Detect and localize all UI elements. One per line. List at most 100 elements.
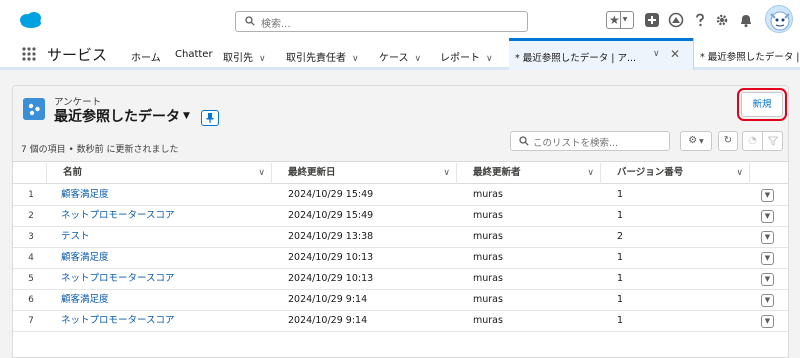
user-avatar-icon bbox=[770, 11, 790, 31]
row-number: 4 bbox=[28, 253, 34, 263]
record-name-link[interactable]: ネットプロモータースコア bbox=[61, 311, 175, 331]
chart-button[interactable]: ◔ bbox=[742, 131, 763, 151]
tab-label: * 最近参照したデータ | ア... bbox=[515, 53, 637, 64]
last-modified-by: muras bbox=[473, 252, 503, 263]
chevron-down-icon[interactable]: ∨ bbox=[736, 163, 743, 183]
app-name: サービス bbox=[47, 46, 108, 64]
list-view-switcher-icon[interactable]: ▼ bbox=[183, 111, 190, 121]
list-search-placeholder: このリストを検索... bbox=[533, 138, 619, 149]
chevron-down-icon[interactable]: ∨ bbox=[415, 54, 422, 64]
gear-icon: ⚙ bbox=[688, 135, 698, 146]
chart-icon: ◔ bbox=[748, 135, 757, 146]
row-number-header bbox=[13, 163, 47, 184]
last-modified-date: 2024/10/29 13:38 bbox=[288, 231, 374, 242]
nav-item-accounts[interactable]: 取引先 ∨ bbox=[223, 49, 266, 64]
row-action-menu-icon[interactable]: ▼ bbox=[761, 294, 774, 307]
new-button[interactable]: 新規 bbox=[737, 88, 787, 121]
chevron-down-icon[interactable]: ∨ bbox=[653, 49, 660, 59]
add-icon[interactable] bbox=[644, 12, 660, 28]
column-header-label: 最終更新者 bbox=[473, 167, 521, 178]
version-number: 1 bbox=[617, 252, 624, 263]
actions-column-header bbox=[750, 163, 788, 184]
avatar[interactable] bbox=[765, 5, 793, 33]
chevron-down-icon: ▼ bbox=[619, 12, 627, 28]
list-view-name[interactable]: 最近参照したデータ bbox=[54, 106, 180, 126]
nav-item-home[interactable]: ホーム bbox=[131, 49, 161, 64]
row-action-menu-icon[interactable]: ▼ bbox=[761, 189, 774, 202]
survey-object-icon bbox=[23, 98, 45, 120]
column-header-version-number[interactable]: バージョン番号 ∨ bbox=[601, 163, 750, 184]
row-number: 5 bbox=[28, 274, 34, 284]
chevron-down-icon: ▼ bbox=[697, 138, 704, 145]
last-modified-by: muras bbox=[473, 273, 503, 284]
last-modified-date: 2024/10/29 10:13 bbox=[288, 252, 374, 263]
row-action-menu-icon[interactable]: ▼ bbox=[761, 273, 774, 286]
chevron-down-icon[interactable]: ∨ bbox=[352, 54, 359, 64]
pin-list-view-button[interactable] bbox=[201, 110, 219, 126]
table-row: 6 顧客満足度 2024/10/29 9:14 muras 1 ▼ bbox=[13, 290, 788, 311]
nav-item-contacts[interactable]: 取引先責任者 ∨ bbox=[286, 49, 359, 64]
record-name-link[interactable]: 顧客満足度 bbox=[61, 248, 109, 268]
record-name-link[interactable]: ネットプロモータースコア bbox=[61, 269, 175, 289]
global-search-placeholder: 検索... bbox=[261, 19, 291, 30]
column-header-last-modified-by[interactable]: 最終更新者 ∨ bbox=[457, 163, 601, 184]
row-action-menu-icon[interactable]: ▼ bbox=[761, 315, 774, 328]
list-settings-button[interactable]: ⚙ ▼ bbox=[680, 131, 712, 151]
row-action-menu-icon[interactable]: ▼ bbox=[761, 252, 774, 265]
filter-button[interactable] bbox=[762, 131, 783, 151]
trailhead-icon[interactable] bbox=[668, 12, 684, 28]
nav-item-cases[interactable]: ケース ∨ bbox=[379, 49, 421, 64]
chevron-down-icon[interactable]: ∨ bbox=[443, 163, 450, 183]
last-modified-by: muras bbox=[473, 315, 503, 326]
chevron-down-icon[interactable]: ∨ bbox=[259, 54, 266, 64]
chevron-down-icon[interactable]: ∨ bbox=[587, 163, 594, 183]
row-number: 2 bbox=[28, 211, 34, 221]
row-action-menu-icon[interactable]: ▼ bbox=[761, 210, 774, 223]
tab-recently-viewed-2[interactable]: * 最近参照したデータ | ア bbox=[693, 38, 800, 70]
refresh-icon: ↻ bbox=[723, 135, 733, 146]
help-icon[interactable] bbox=[692, 12, 708, 28]
record-name-link[interactable]: 顧客満足度 bbox=[61, 290, 109, 310]
column-header-last-modified-date[interactable]: 最終更新日 ∨ bbox=[272, 163, 457, 184]
record-name-link[interactable]: 顧客満足度 bbox=[61, 185, 109, 205]
nav-item-chatter[interactable]: Chatter bbox=[175, 49, 213, 60]
nav-item-reports[interactable]: レポート ∨ bbox=[440, 49, 493, 64]
last-modified-date: 2024/10/29 10:13 bbox=[288, 273, 374, 284]
last-modified-date: 2024/10/29 15:49 bbox=[288, 210, 374, 221]
search-icon bbox=[519, 136, 529, 146]
chevron-down-icon[interactable]: ∨ bbox=[258, 163, 265, 183]
table-row: 4 顧客満足度 2024/10/29 10:13 muras 1 ▼ bbox=[13, 248, 788, 269]
table-row: 7 ネットプロモータースコア 2024/10/29 9:14 muras 1 ▼ bbox=[13, 311, 788, 332]
setup-gear-icon[interactable] bbox=[714, 12, 730, 28]
column-header-name[interactable]: 名前 ∨ bbox=[47, 163, 272, 184]
table-row: 2 ネットプロモータースコア 2024/10/29 15:49 muras 1 … bbox=[13, 206, 788, 227]
close-icon[interactable]: ✕ bbox=[670, 47, 680, 61]
nav-item-label: 取引先責任者 bbox=[286, 53, 346, 64]
column-header-label: 名前 bbox=[63, 167, 83, 178]
record-name-link[interactable]: ネットプロモータースコア bbox=[61, 206, 175, 226]
version-number: 1 bbox=[617, 315, 624, 326]
tab-recently-viewed-active[interactable]: * 最近参照したデータ | ア... ∨ ✕ bbox=[509, 38, 693, 70]
list-view-card: アンケート 最近参照したデータ ▼ 7 個の項目 • 数秒前 に更新されました … bbox=[12, 85, 789, 358]
last-modified-date: 2024/10/29 15:49 bbox=[288, 189, 374, 200]
notification-bell-icon[interactable] bbox=[738, 12, 754, 28]
record-name-link[interactable]: テスト bbox=[61, 227, 90, 247]
row-number: 6 bbox=[28, 295, 34, 305]
list-status-text: 7 個の項目 • 数秒前 に更新されました bbox=[21, 145, 179, 155]
nav-item-label: レポート bbox=[440, 53, 480, 64]
row-number: 7 bbox=[28, 316, 34, 326]
nav-item-label: Chatter bbox=[175, 49, 213, 60]
favorites-button[interactable]: ★ ▼ bbox=[606, 11, 634, 29]
row-number: 3 bbox=[28, 232, 34, 242]
last-modified-by: muras bbox=[473, 189, 503, 200]
row-action-menu-icon[interactable]: ▼ bbox=[761, 231, 774, 244]
global-search-input[interactable]: 検索... bbox=[235, 11, 528, 32]
chevron-down-icon[interactable]: ∨ bbox=[486, 54, 493, 64]
version-number: 1 bbox=[617, 189, 624, 200]
column-header-label: バージョン番号 bbox=[617, 167, 684, 178]
app-launcher-icon[interactable] bbox=[22, 47, 36, 61]
refresh-button[interactable]: ↻ bbox=[718, 131, 738, 151]
salesforce-cloud-logo[interactable] bbox=[18, 11, 44, 29]
last-modified-date: 2024/10/29 9:14 bbox=[288, 315, 368, 326]
list-search-input[interactable]: このリストを検索... bbox=[510, 131, 670, 151]
